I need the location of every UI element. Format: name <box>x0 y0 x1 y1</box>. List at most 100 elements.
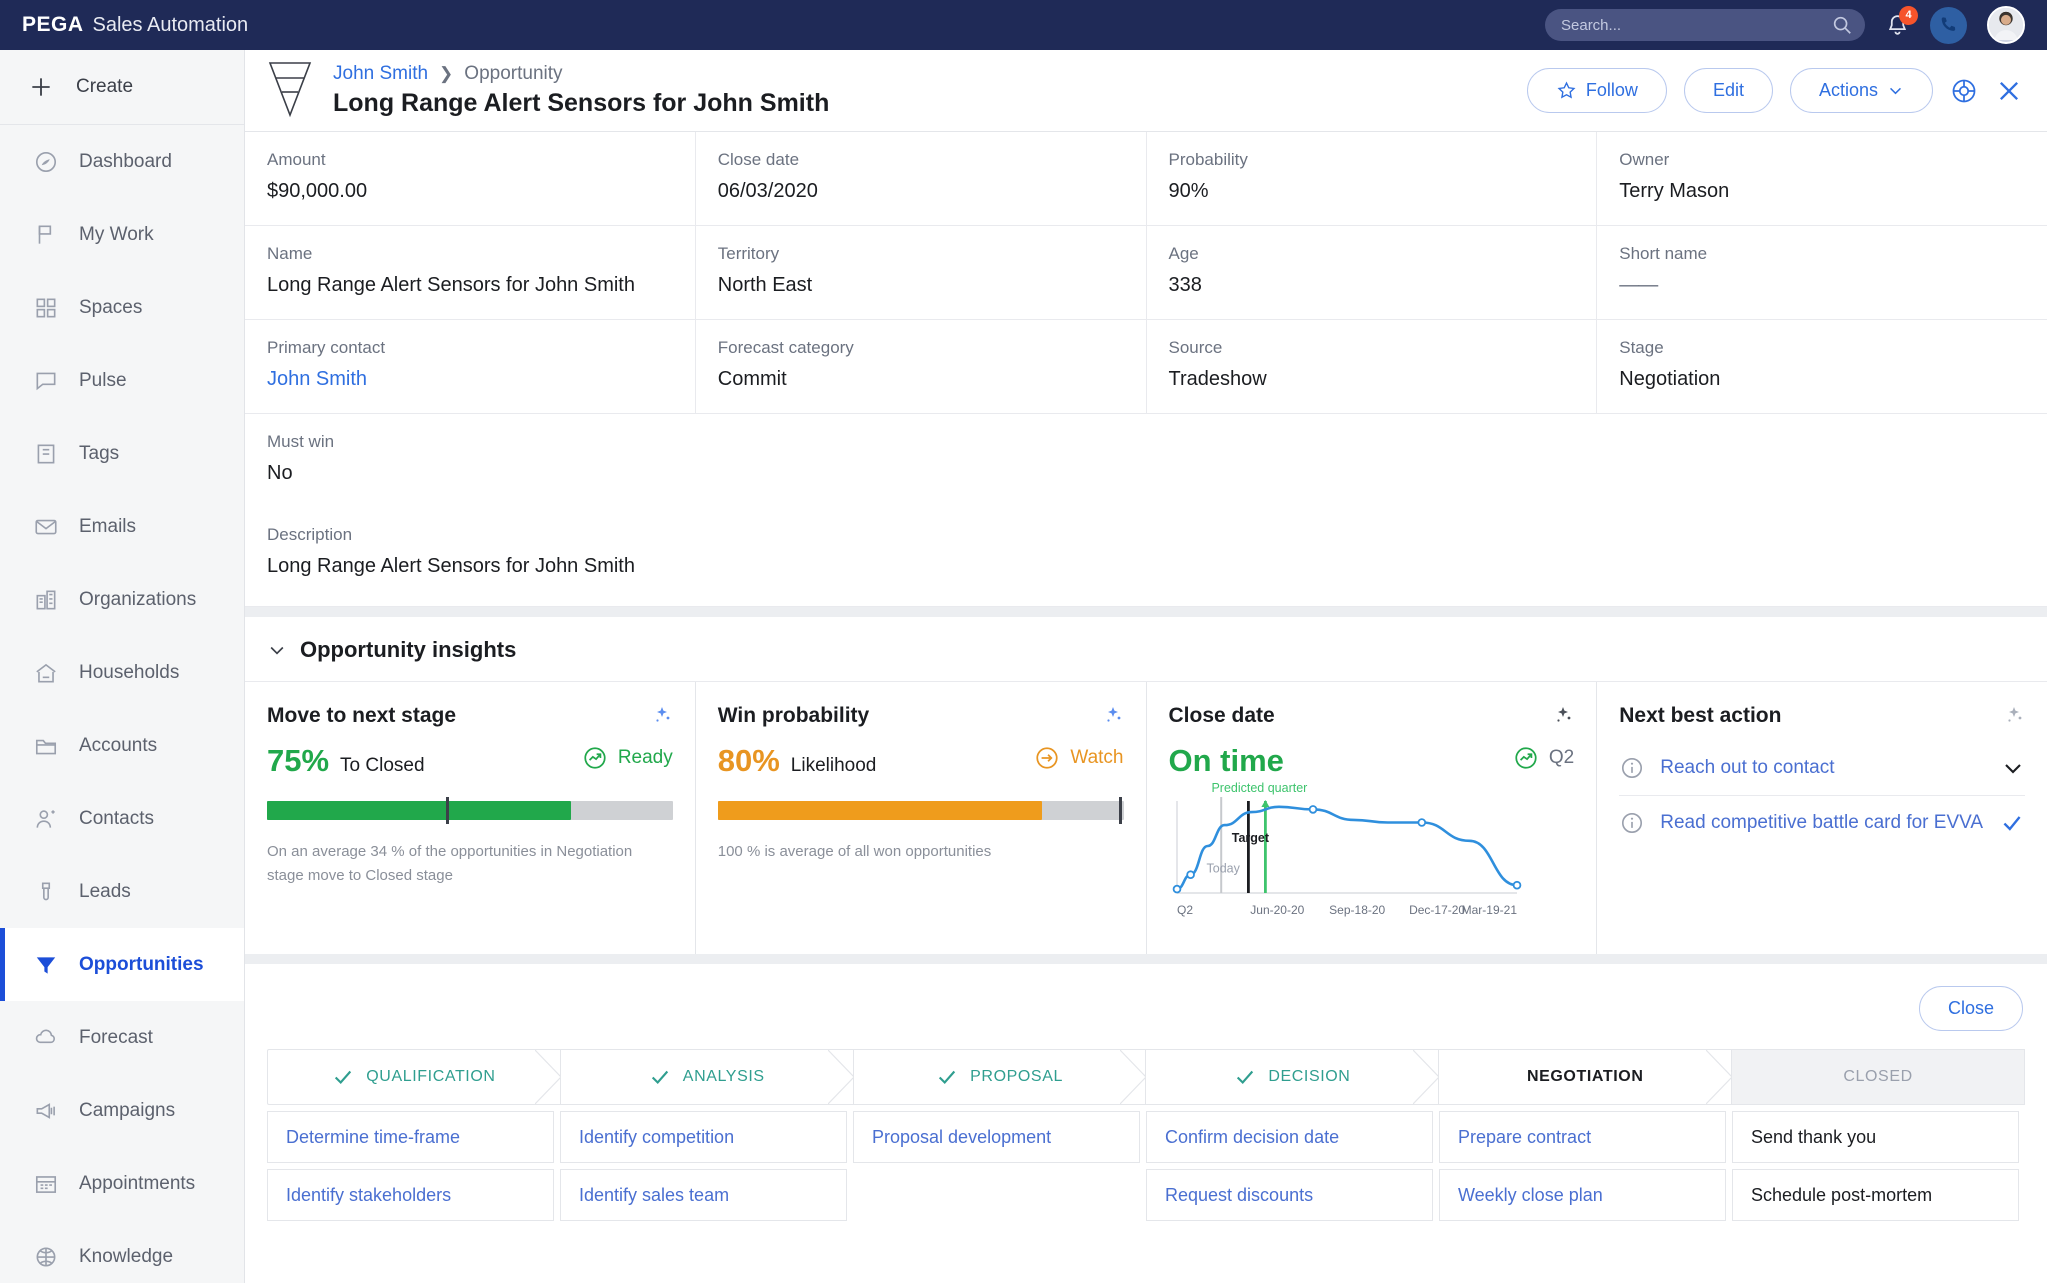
field-row: Primary contact John Smith Forecast catego… <box>245 320 2047 414</box>
ai-sparkle-icon <box>1100 704 1124 733</box>
sidebar-item-opportunities[interactable]: Opportunities <box>0 928 244 1001</box>
sidebar-item-label: Emails <box>79 515 137 537</box>
status-label: Ready <box>617 747 673 768</box>
field-name: Name Long Range Alert Sensors for John Sm… <box>245 226 696 319</box>
stage-qualification[interactable]: QUALIFICATION <box>267 1049 561 1105</box>
plus-icon <box>28 74 54 100</box>
insight-card-win-probability: Win probability 80% Likelihood Watch 100… <box>696 682 1147 954</box>
flag-icon <box>33 222 59 248</box>
trend-up-icon <box>1513 745 1539 771</box>
sidebar-item-accounts[interactable]: Accounts <box>0 709 244 782</box>
next-best-action-item[interactable]: Read competitive battle card for EVVA <box>1619 795 2025 850</box>
stage-analysis[interactable]: ANALYSIS <box>559 1049 854 1105</box>
sidebar-item-label: Leads <box>79 880 131 902</box>
field-must-win: Must win No <box>245 414 696 507</box>
field-value[interactable]: John Smith <box>267 366 673 393</box>
sidebar-item-contacts[interactable]: Contacts <box>0 782 244 855</box>
target-settings-icon[interactable] <box>1950 77 1978 105</box>
field-value: No <box>267 462 293 484</box>
task-item[interactable]: Weekly close plan <box>1439 1169 1726 1221</box>
description-row: Description Long Range Alert Sensors for… <box>245 507 2047 607</box>
card-metric-row: 75% To Closed Ready <box>267 743 673 779</box>
stage-track: QUALIFICATION ANALYSIS PROPOSAL DECISION NEG… <box>267 1049 2025 1105</box>
task-item[interactable]: Determine time-frame <box>267 1111 554 1163</box>
field-value: Long Range Alert Sensors for John Smith <box>267 274 635 296</box>
stage-arrow-icon <box>1706 1050 1733 1104</box>
task-item[interactable]: Confirm decision date <box>1146 1111 1433 1163</box>
breadcrumb-current: Opportunity <box>464 63 563 84</box>
field-value: 90% <box>1168 180 1209 202</box>
chevron-down-icon[interactable] <box>2001 756 2025 780</box>
stage-task-column: Prepare contract Weekly close plan <box>1439 1111 1732 1221</box>
phone-icon[interactable] <box>1930 6 1967 44</box>
field-row: Amount $90,000.00 Close date 06/03/2020 Prob… <box>245 132 2047 226</box>
field-label: Territory <box>717 244 780 263</box>
stage-proposal[interactable]: PROPOSAL <box>852 1049 1147 1105</box>
sidebar-item-pulse[interactable]: Pulse <box>0 344 244 417</box>
building-icon <box>33 587 59 613</box>
sidebar-item-forecast[interactable]: Forecast <box>0 1001 244 1074</box>
top-bar-actions: 4 <box>1545 5 2025 44</box>
user-avatar-button[interactable] <box>1987 6 2025 44</box>
stage-task-grid: Determine time-frame Identify stakeholder… <box>267 1111 2025 1221</box>
follow-label: Follow <box>1585 80 1638 100</box>
task-item[interactable]: Identify sales team <box>560 1169 847 1221</box>
collapse-chevron-icon[interactable] <box>267 640 287 660</box>
phone-button[interactable] <box>1930 6 1967 44</box>
info-icon[interactable] <box>1619 810 1645 836</box>
avatar[interactable] <box>1987 6 2025 44</box>
case-header-actions: Follow Edit Actions <box>1526 68 2023 113</box>
search-icon[interactable] <box>1831 14 1853 36</box>
stage-closed[interactable]: CLOSED <box>1731 1049 2025 1105</box>
brand-logo[interactable]: PEGA Sales Automation <box>22 13 248 37</box>
actions-button[interactable]: Actions <box>1789 68 1933 113</box>
sidebar-item-organizations[interactable]: Organizations <box>0 563 244 636</box>
close-icon[interactable] <box>1995 77 2023 105</box>
stage-label: CLOSED <box>1843 1068 1913 1085</box>
field-label: Owner <box>1619 150 1670 169</box>
sidebar-create-button[interactable]: Create <box>0 50 244 125</box>
insights-header[interactable]: Opportunity insights <box>245 617 2047 682</box>
sidebar-item-tags[interactable]: Tags <box>0 417 244 490</box>
edit-button[interactable]: Edit <box>1683 68 1773 113</box>
task-item: Send thank you <box>1732 1111 2019 1163</box>
stage-arrow-icon <box>827 1050 854 1104</box>
info-icon[interactable] <box>1619 755 1645 781</box>
stage-negotiation[interactable]: NEGOTIATION <box>1438 1049 1733 1105</box>
sidebar-item-knowledge[interactable]: Knowledge <box>0 1220 244 1283</box>
close-button[interactable]: Close <box>1918 986 2023 1031</box>
check-icon[interactable] <box>1999 810 2025 836</box>
stage-decision[interactable]: DECISION <box>1145 1049 1440 1105</box>
next-best-action-item[interactable]: Reach out to contact <box>1619 741 2025 795</box>
sidebar-item-emails[interactable]: Emails <box>0 490 244 563</box>
sidebar-item-dashboard[interactable]: Dashboard <box>0 125 244 198</box>
sidebar-item-my-work[interactable]: My Work <box>0 198 244 271</box>
sidebar-item-leads[interactable]: Leads <box>0 855 244 928</box>
next-best-action-label[interactable]: Reach out to contact <box>1660 756 1986 781</box>
task-item[interactable]: Request discounts <box>1146 1169 1433 1221</box>
field-label: Age <box>1168 244 1199 263</box>
task-item[interactable]: Proposal development <box>853 1111 1140 1163</box>
brand-secondary: Sales Automation <box>92 14 249 36</box>
search-input[interactable] <box>1561 16 1831 34</box>
card-note: On an average 34 % of the opportunities … <box>267 843 633 884</box>
search-box[interactable] <box>1545 9 1865 41</box>
field-probability: Probability 90% <box>1147 132 1598 225</box>
task-item[interactable]: Prepare contract <box>1439 1111 1726 1163</box>
sidebar-item-appointments[interactable]: Appointments <box>0 1147 244 1220</box>
task-item[interactable]: Identify competition <box>560 1111 847 1163</box>
sidebar-item-label: Households <box>79 661 180 683</box>
follow-button[interactable]: Follow <box>1526 68 1667 113</box>
svg-text:Predicted quarter: Predicted quarter <box>1211 781 1307 795</box>
notifications-button[interactable]: 4 <box>1885 5 1918 38</box>
field-row: Name Long Range Alert Sensors for John Sm… <box>245 226 2047 320</box>
sidebar-item-campaigns[interactable]: Campaigns <box>0 1074 244 1147</box>
next-best-action-label[interactable]: Read competitive battle card for EVVA <box>1660 811 1984 836</box>
card-header: Move to next stage <box>267 704 673 733</box>
knowledge-icon <box>33 1244 59 1270</box>
card-note: 100 % is average of all won opportunitie… <box>717 843 992 860</box>
breadcrumb-link[interactable]: John Smith <box>333 63 428 85</box>
sidebar-item-spaces[interactable]: Spaces <box>0 271 244 344</box>
sidebar-item-households[interactable]: Households <box>0 636 244 709</box>
task-item[interactable]: Identify stakeholders <box>267 1169 554 1221</box>
